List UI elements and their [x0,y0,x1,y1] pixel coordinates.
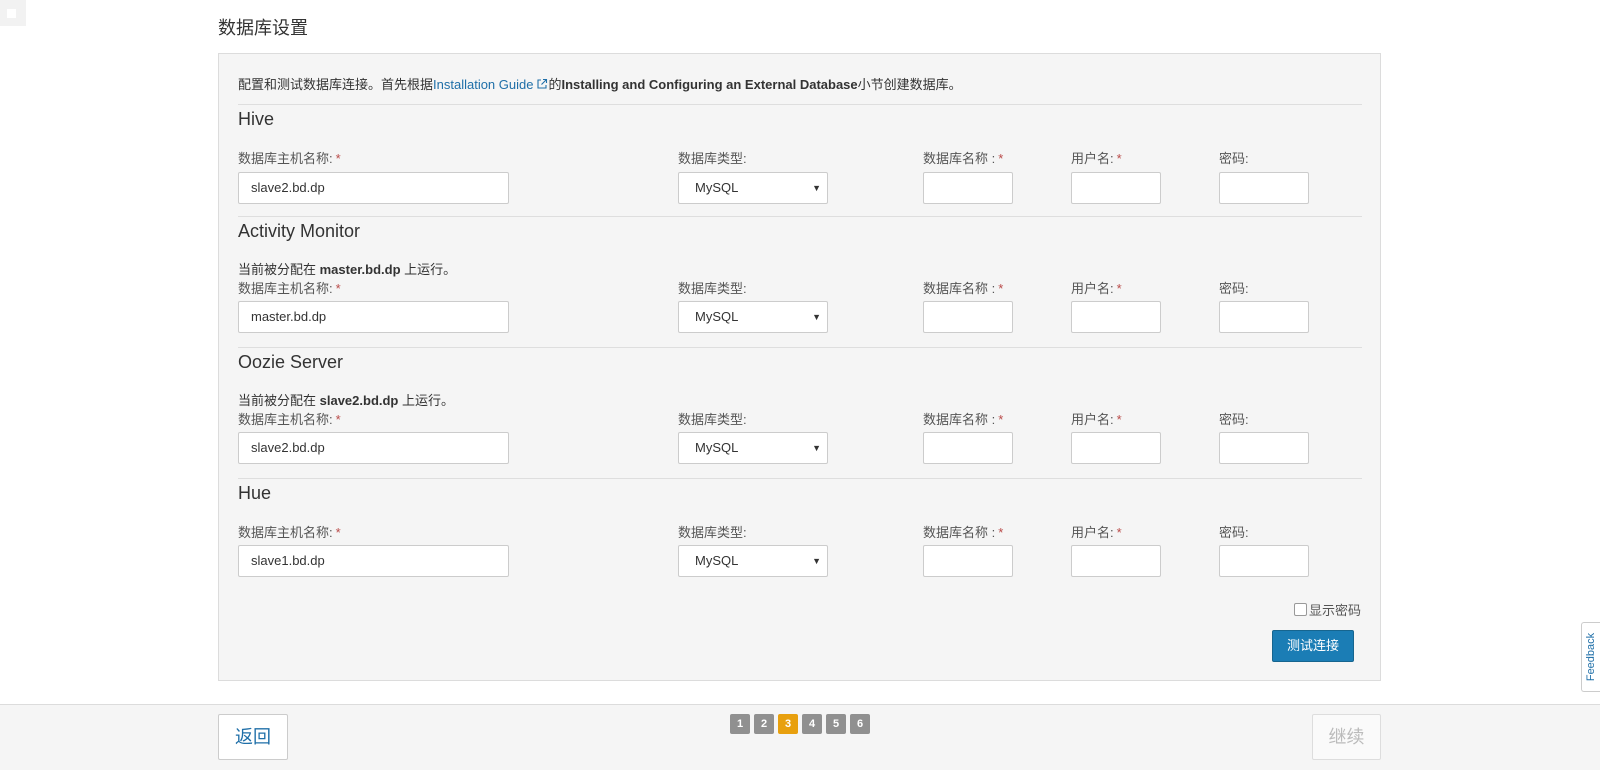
wizard-steps: 1 2 3 4 5 6 [730,714,870,734]
password-label: 密码: [1219,412,1249,427]
password-label: 密码: [1219,281,1249,296]
db-type-value: MySQL [695,180,739,195]
password-input[interactable] [1219,432,1309,464]
host-label: 数据库主机名称: * [238,412,341,427]
dropdown-arrow-icon: ▼ [812,312,821,322]
password-input[interactable] [1219,172,1309,204]
db-type-select[interactable]: MySQL ▼ [678,301,828,333]
continue-button[interactable]: 继续 [1312,714,1381,760]
divider [238,216,1362,217]
corner-square-icon [7,9,16,18]
db-type-select[interactable]: MySQL ▼ [678,432,828,464]
section-title: Oozie Server [238,352,344,372]
section-title: Activity Monitor [238,221,361,241]
dropdown-arrow-icon: ▼ [812,443,821,453]
section-note: 当前被分配在 master.bd.dp 上运行。 [238,262,457,277]
username-input[interactable] [1071,301,1161,333]
db-type-select[interactable]: MySQL ▼ [678,172,828,204]
step-1[interactable]: 1 [730,714,750,734]
intro-bold: Installing and Configuring an External D… [561,77,858,92]
host-input[interactable]: slave2.bd.dp [238,432,509,464]
show-password-checkbox[interactable] [1293,603,1307,616]
dropdown-arrow-icon: ▼ [812,556,821,566]
db-type-select[interactable]: MySQL ▼ [678,545,828,577]
host-input[interactable]: slave1.bd.dp [238,545,509,577]
installation-guide-link-text[interactable]: Installation Guide [433,77,533,92]
host-label: 数据库主机名称: * [238,525,341,540]
feedback-tab[interactable]: Feedback [1581,622,1600,692]
db-type-value: MySQL [695,440,739,455]
db-type-value: MySQL [695,553,739,568]
db-type-label: 数据库类型: [678,151,747,166]
wizard-footer: 返回 1 2 3 4 5 6 继续 [0,704,1600,770]
step-2[interactable]: 2 [754,714,774,734]
username-input[interactable] [1071,172,1161,204]
db-type-label: 数据库类型: [678,525,747,540]
host-input[interactable]: master.bd.dp [238,301,509,333]
installation-guide-link[interactable]: Installation Guide [433,77,548,92]
external-link-icon [537,78,548,89]
test-connection-button[interactable]: 测试连接 [1272,630,1354,662]
intro-text: 配置和测试数据库连接。首先根据Installation Guide 的Instal… [238,74,962,93]
step-5[interactable]: 5 [826,714,846,734]
db-name-input[interactable] [923,545,1013,577]
section-title: Hive [238,109,275,129]
step-3[interactable]: 3 [778,714,798,734]
corner-widget [0,0,26,26]
db-name-label: 数据库名称 : * [923,281,1004,296]
step-6[interactable]: 6 [850,714,870,734]
db-name-input[interactable] [923,172,1013,204]
divider [238,478,1362,479]
db-type-label: 数据库类型: [678,412,747,427]
username-label: 用户名: * [1071,412,1122,427]
username-label: 用户名: * [1071,281,1122,296]
username-label: 用户名: * [1071,151,1122,166]
db-name-input[interactable] [923,301,1013,333]
host-label: 数据库主机名称: * [238,281,341,296]
password-label: 密码: [1219,151,1249,166]
username-label: 用户名: * [1071,525,1122,540]
password-input[interactable] [1219,545,1309,577]
section-title: Hue [238,483,272,503]
show-password-label[interactable]: 显示密码 [1309,603,1361,618]
intro-mid: 的 [548,77,562,92]
dropdown-arrow-icon: ▼ [812,183,821,193]
feedback-label[interactable]: Feedback [1585,633,1597,681]
username-input[interactable] [1071,432,1161,464]
intro-prefix: 配置和测试数据库连接。首先根据 [238,77,434,92]
db-name-label: 数据库名称 : * [923,525,1004,540]
back-button[interactable]: 返回 [218,714,288,760]
username-input[interactable] [1071,545,1161,577]
step-4[interactable]: 4 [802,714,822,734]
db-type-value: MySQL [695,309,739,324]
page-title: 数据库设置 [218,18,308,38]
show-password-toggle[interactable]: 显示密码 [1293,600,1361,619]
db-type-label: 数据库类型: [678,281,747,296]
section-note: 当前被分配在 slave2.bd.dp 上运行。 [238,393,454,408]
intro-suffix: 小节创建数据库。 [857,77,962,92]
host-label: 数据库主机名称: * [238,151,341,166]
db-name-input[interactable] [923,432,1013,464]
host-input[interactable]: slave2.bd.dp [238,172,509,204]
password-input[interactable] [1219,301,1309,333]
db-name-label: 数据库名称 : * [923,412,1004,427]
divider [238,104,1362,105]
divider [238,347,1362,348]
password-label: 密码: [1219,525,1249,540]
database-settings-panel: 配置和测试数据库连接。首先根据Installation Guide 的Instal… [218,53,1381,681]
db-name-label: 数据库名称 : * [923,151,1004,166]
